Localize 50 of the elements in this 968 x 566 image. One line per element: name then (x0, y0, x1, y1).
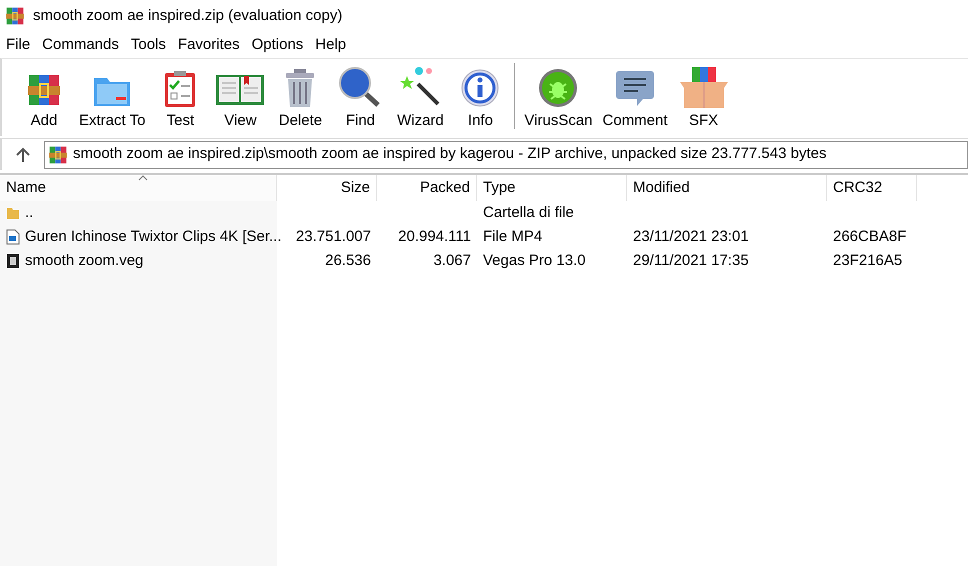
table-cell-text: Guren Ichinose Twixtor Clips 4K [Ser... (25, 226, 282, 247)
column-header[interactable]: Type (477, 175, 627, 201)
table-cell-text: smooth zoom.veg (25, 250, 144, 271)
column-header[interactable]: Packed (377, 175, 477, 201)
table-cell-text: 29/11/2021 17:35 (633, 250, 749, 271)
column-header[interactable]: Modified (627, 175, 827, 201)
menu-item[interactable]: Options (246, 34, 310, 56)
checklist-icon (163, 70, 198, 108)
table-cell-text: 3.067 (433, 250, 471, 271)
menu-item[interactable]: File (0, 34, 36, 56)
sort-caret-icon (138, 175, 148, 181)
toolbar-button[interactable]: SFX (672, 62, 735, 132)
table-cell-text: 20.994.111 (398, 226, 471, 247)
toolbar-button[interactable]: Extract To (74, 62, 150, 132)
column-header[interactable]: Name (0, 175, 277, 201)
toolbar-button[interactable]: Find (330, 62, 390, 132)
toolbar-button[interactable]: View (210, 62, 270, 132)
column-header[interactable]: Size (277, 175, 377, 201)
bug-icon (538, 68, 578, 108)
toolbar-button[interactable]: Delete (270, 62, 330, 132)
table-cell-text: Cartella di file (483, 202, 574, 223)
table-cell-text: 23/11/2021 23:01 (633, 226, 749, 247)
table-cell-text: File MP4 (483, 226, 542, 247)
toolbar-button[interactable]: VirusScan (519, 62, 598, 132)
table-cell-text: .. (25, 202, 34, 223)
film-icon (6, 253, 20, 269)
menu-item[interactable]: Commands (36, 34, 125, 56)
menu-item[interactable]: Help (309, 34, 352, 56)
address-field[interactable]: smooth zoom ae inspired.zip\smooth zoom ae inspired by kagerou - ZIP archive, unpacked size 23.777.543 bytes (44, 140, 968, 168)
table-cell-text: Vegas Pro 13.0 (483, 250, 586, 271)
archive-icon (48, 144, 68, 164)
table-cell-text: 23F216A5 (833, 250, 902, 271)
table-cell-text: 26.536 (325, 250, 371, 271)
menu-item[interactable]: Favorites (172, 34, 246, 56)
app-icon (5, 6, 25, 26)
toolbar-button[interactable]: Info (450, 62, 510, 132)
table-cell-text: 266CBA8F (833, 226, 906, 247)
box-books-icon (678, 66, 730, 108)
toolbar-button[interactable]: Add (14, 62, 74, 132)
toolbar-button[interactable]: Test (150, 62, 210, 132)
column-header[interactable]: CRC32 (827, 175, 917, 201)
up-arrow-icon[interactable] (15, 146, 31, 162)
window-title: smooth zoom ae inspired.zip (evaluation copy) (33, 6, 342, 26)
info-icon (460, 68, 500, 108)
table-cell-text: 23.751.007 (296, 226, 371, 247)
menu-item[interactable]: Tools (124, 34, 172, 56)
file-icon (6, 229, 20, 245)
toolbar-button[interactable]: Comment (598, 62, 673, 132)
toolbar-button[interactable]: Wizard (390, 62, 450, 132)
magnifier-icon (338, 66, 382, 108)
